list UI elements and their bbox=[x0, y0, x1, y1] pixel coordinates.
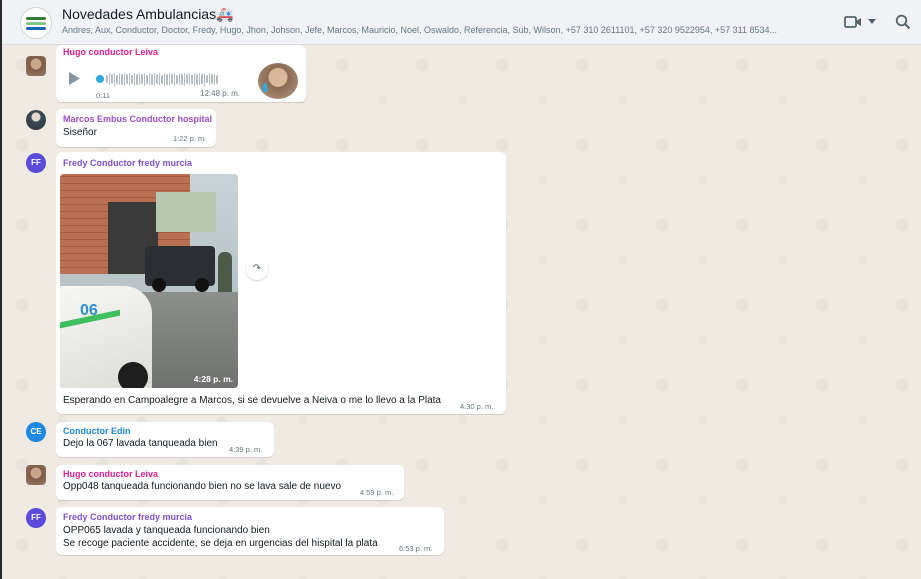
message-bubble-image[interactable]: Fredy Conductor fredy murcia 06 4:28 p. … bbox=[56, 152, 506, 414]
message-sender: Marcos Embus Conductor hospital bbox=[63, 114, 213, 124]
video-call-icon[interactable] bbox=[844, 14, 864, 30]
avatar-edin[interactable]: CE bbox=[26, 422, 46, 442]
search-icon[interactable] bbox=[895, 14, 911, 30]
message-time: 4:39 p. m. bbox=[229, 445, 263, 454]
message-sender: Hugo conductor Leiva bbox=[63, 47, 159, 57]
message-text: Dejo la 067 lavada tanqueada bien bbox=[63, 438, 218, 449]
group-participants[interactable]: Andres, Aux, Conductor, Doctor, Fredy, H… bbox=[62, 25, 822, 35]
group-avatar[interactable] bbox=[20, 7, 52, 39]
message-text: Siseñor bbox=[63, 127, 97, 138]
message-time: 4:59 p. m. bbox=[360, 488, 394, 497]
message-bubble[interactable]: Fredy Conductor fredy murcia OPP065 lava… bbox=[56, 507, 444, 555]
message-sender: Fredy Conductor fredy murcia bbox=[63, 512, 193, 522]
play-icon[interactable] bbox=[68, 72, 80, 85]
message-image[interactable]: 06 4:28 p. m. bbox=[60, 174, 238, 388]
audio-waveform[interactable] bbox=[106, 72, 218, 86]
message-sender: Conductor Edin bbox=[63, 426, 131, 436]
message-sender: Fredy Conductor fredy murcia bbox=[63, 158, 193, 168]
message-time: 6:53 p. m. bbox=[399, 544, 433, 553]
message-time: 1:22 p. m. bbox=[173, 134, 207, 143]
message-sender: Hugo conductor Leiva bbox=[63, 469, 159, 479]
forward-icon[interactable]: ↷ bbox=[246, 258, 268, 280]
message-bubble[interactable]: Marcos Embus Conductor hospital Siseñor … bbox=[56, 109, 216, 147]
message-text-line2: Se recoge paciente accidente, se deja en… bbox=[63, 538, 378, 549]
audio-progress-dot[interactable] bbox=[96, 75, 104, 83]
image-ambulance-wheel bbox=[118, 362, 148, 388]
group-title[interactable]: Novedades Ambulancias🚑 bbox=[62, 6, 234, 23]
image-truck-wheel bbox=[152, 278, 166, 292]
avatar-marcos[interactable] bbox=[26, 110, 46, 130]
image-wall-green bbox=[156, 192, 216, 232]
avatar-hugo[interactable] bbox=[26, 56, 46, 76]
message-text: OPP065 lavada y tanqueada funcionando bi… bbox=[63, 525, 270, 536]
chevron-down-icon[interactable] bbox=[868, 19, 876, 25]
message-bubble-audio[interactable]: Hugo conductor Leiva 0:11 12:48 p. m. bbox=[56, 45, 306, 102]
message-list[interactable]: Hugo conductor Leiva 0:11 12:48 p. m. Ma… bbox=[2, 45, 921, 579]
microphone-icon bbox=[261, 83, 269, 92]
avatar-hugo[interactable] bbox=[26, 465, 46, 485]
avatar-fredy[interactable]: FF bbox=[26, 153, 46, 173]
avatar-fredy[interactable]: FF bbox=[26, 508, 46, 528]
message-time: 12:48 p. m. bbox=[200, 89, 241, 98]
message-bubble[interactable]: Hugo conductor Leiva Opp048 tanqueada fu… bbox=[56, 465, 404, 500]
image-time: 4:28 p. m. bbox=[193, 374, 233, 384]
image-truck-wheel bbox=[195, 278, 209, 292]
chat-header[interactable]: Novedades Ambulancias🚑 Andres, Aux, Cond… bbox=[2, 0, 921, 45]
message-text: Esperando en Campoalegre a Marcos, si se… bbox=[63, 395, 441, 406]
message-bubble[interactable]: Conductor Edin Dejo la 067 lavada tanque… bbox=[56, 422, 274, 457]
message-time: 4:30 p. m. bbox=[460, 402, 494, 411]
message-text: Opp048 tanqueada funcionando bien no se … bbox=[63, 481, 342, 492]
image-ambulance-number: 06 bbox=[80, 302, 98, 319]
audio-duration: 0:11 bbox=[96, 91, 111, 100]
